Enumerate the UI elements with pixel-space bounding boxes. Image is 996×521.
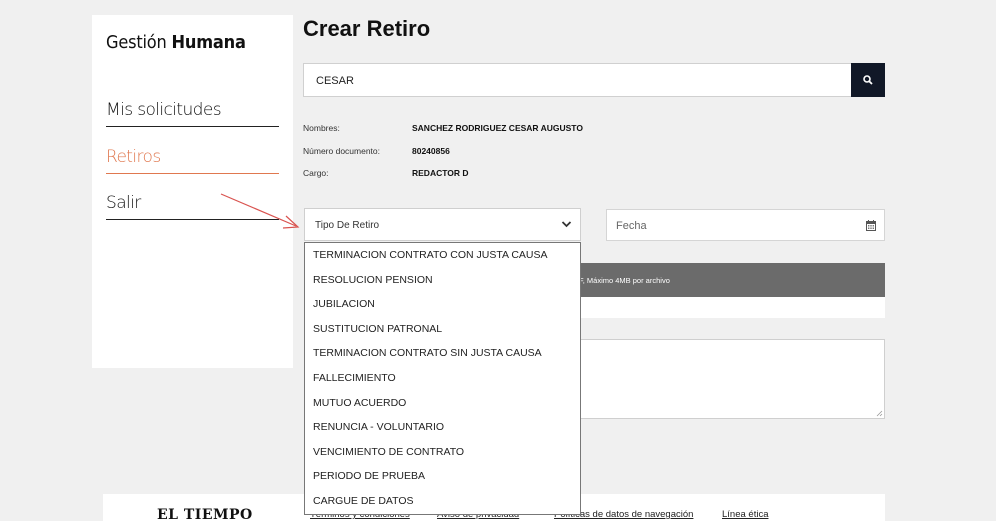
search-icon xyxy=(863,75,873,85)
page-title: Crear Retiro xyxy=(303,16,431,41)
document-label: Número documento: xyxy=(303,146,381,156)
dropdown-option[interactable]: FALLECIMIENTO xyxy=(305,366,580,391)
name-label: Nombres: xyxy=(303,123,340,133)
dropdown-option[interactable]: SUSTITUCION PATRONAL xyxy=(305,317,580,342)
dropdown-option[interactable]: MUTUO ACUERDO xyxy=(305,391,580,416)
document-value: 80240856 xyxy=(412,146,450,156)
sidebar-item-mis-solicitudes[interactable]: Mis solicitudes xyxy=(106,100,279,127)
retiro-type-select[interactable]: Tipo De Retiro xyxy=(304,208,581,241)
dropdown-option[interactable]: RESOLUCION PENSION xyxy=(305,268,580,293)
sidebar-item-retiros[interactable]: Retiros xyxy=(106,147,279,174)
calendar-icon[interactable] xyxy=(866,220,876,231)
name-value: SANCHEZ RODRIGUEZ CESAR AUGUSTO xyxy=(412,123,583,133)
dropdown-option[interactable]: JUBILACION xyxy=(305,292,580,317)
resize-grip-icon[interactable] xyxy=(876,410,883,417)
role-label: Cargo: xyxy=(303,168,329,178)
search-input[interactable]: CESAR xyxy=(303,63,852,97)
chevron-down-icon xyxy=(561,221,572,228)
dropdown-option[interactable]: VENCIMIENTO DE CONTRATO xyxy=(305,440,580,465)
el-tiempo-logo: EL TIEMPO xyxy=(157,507,253,521)
dropdown-option[interactable]: PERIODO DE PRUEBA xyxy=(305,464,580,489)
dropdown-option[interactable]: CARGUE DE DATOS xyxy=(305,489,580,514)
retiro-type-select-value: Tipo De Retiro xyxy=(315,220,380,231)
brand-title: Gestión Humana xyxy=(106,32,246,53)
upload-hint: F, Máximo 4MB por archivo xyxy=(579,276,670,285)
date-field[interactable]: Fecha xyxy=(606,209,885,241)
dropdown-option[interactable]: TERMINACION CONTRATO CON JUSTA CAUSA xyxy=(305,243,580,268)
retiro-type-dropdown: TERMINACION CONTRATO CON JUSTA CAUSA RES… xyxy=(304,242,581,515)
dropdown-option[interactable]: RENUNCIA - VOLUNTARIO xyxy=(305,415,580,440)
annotation-arrow xyxy=(220,193,300,229)
date-placeholder: Fecha xyxy=(616,220,647,232)
footer-link-ethics[interactable]: Línea ética xyxy=(722,509,768,520)
search-button[interactable] xyxy=(851,63,885,97)
dropdown-option[interactable]: TERMINACION CONTRATO SIN JUSTA CAUSA xyxy=(305,341,580,366)
role-value: REDACTOR D xyxy=(412,168,469,178)
